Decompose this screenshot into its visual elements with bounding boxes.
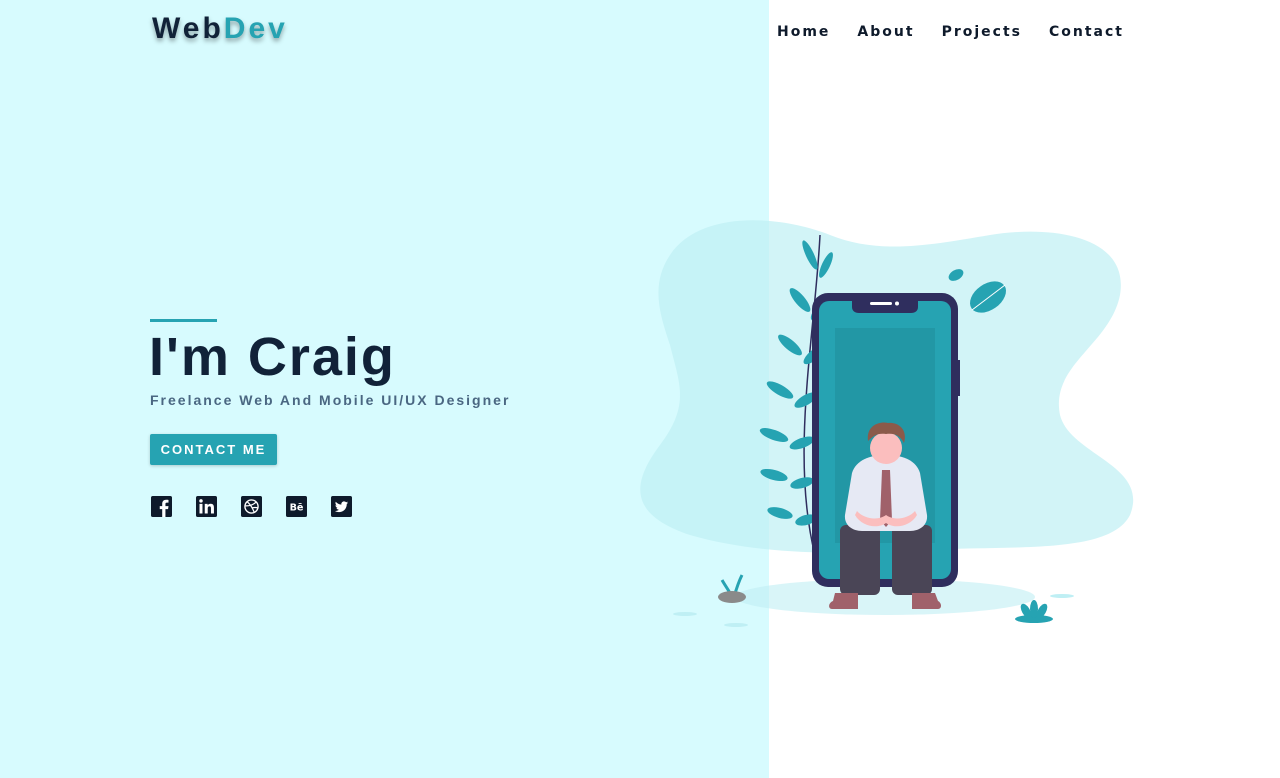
svg-text:Bē: Bē — [290, 502, 304, 513]
nav-link-about[interactable]: About — [857, 24, 914, 40]
dribbble-icon[interactable] — [241, 496, 262, 517]
hero-title: I'm Craig — [149, 327, 396, 387]
ground-dash-left-2 — [724, 623, 748, 627]
hero-illustration — [640, 220, 1134, 627]
phone-speaker — [870, 302, 892, 305]
nav-link-home[interactable]: Home — [777, 24, 830, 40]
title-accent-line — [150, 319, 217, 322]
nav-link-projects[interactable]: Projects — [942, 24, 1022, 40]
logo-text-web: Web — [152, 12, 224, 45]
twitter-icon[interactable] — [331, 496, 352, 517]
main-nav: Home About Projects Contact — [777, 24, 1124, 40]
behance-icon[interactable]: Bē — [286, 496, 307, 517]
social-links: Bē — [151, 496, 352, 517]
logo-text-dev: Dev — [223, 12, 288, 45]
phone-camera — [895, 301, 899, 306]
small-plant-left — [718, 574, 746, 603]
ground-dash-left-1 — [673, 612, 697, 616]
linkedin-icon[interactable] — [196, 496, 217, 517]
contact-me-button[interactable]: CONTACT ME — [150, 434, 277, 465]
phone-side-button — [957, 360, 960, 396]
facebook-icon[interactable] — [151, 496, 172, 517]
hero-subtitle: Freelance Web And Mobile UI/UX Designer — [150, 392, 511, 408]
phone-notch — [852, 299, 918, 313]
nav-link-contact[interactable]: Contact — [1049, 24, 1124, 40]
site-logo[interactable]: WebDev — [152, 12, 288, 46]
ground-dash-right — [1050, 594, 1074, 598]
